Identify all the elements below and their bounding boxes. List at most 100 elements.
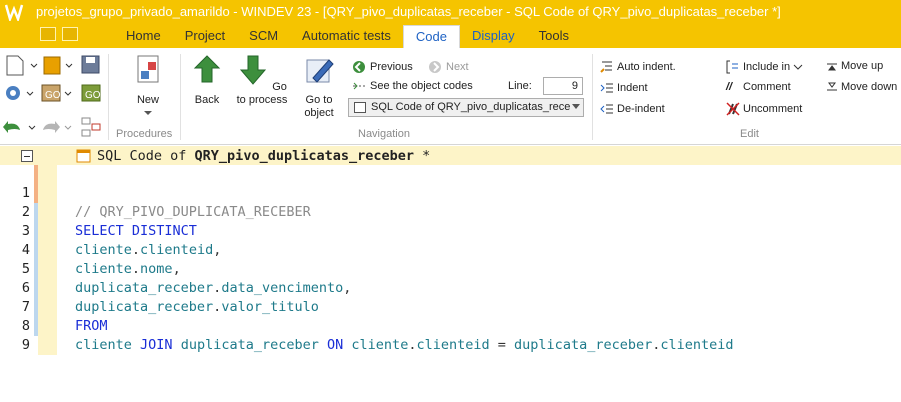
go-to-process-button[interactable]: Go to process xyxy=(236,54,288,107)
code-line[interactable]: 5 duplicata_receber.data_vencimento, xyxy=(0,241,901,296)
chevron-down-icon xyxy=(144,111,152,115)
indent-label: Indent xyxy=(617,82,648,94)
tab-home[interactable]: Home xyxy=(114,25,173,48)
code-section-select[interactable]: SQL Code of QRY_pivo_duplicatas_rece xyxy=(348,98,584,117)
back-label: Back xyxy=(194,94,220,106)
see-object-codes-button[interactable]: See the object codes xyxy=(352,80,473,92)
uncomment-icon xyxy=(726,102,740,116)
ribbon: GO GO New Procedures Back Go to process … xyxy=(0,48,901,145)
title-bar: projetos_grupo_privado_amarildo - WINDEV… xyxy=(0,0,901,48)
auto-indent-button[interactable]: Auto indent. xyxy=(600,60,676,74)
redo-icon[interactable] xyxy=(40,118,76,136)
code-identifier: duplicata_receber xyxy=(514,337,653,353)
move-down-button[interactable]: Move down xyxy=(826,81,897,93)
window-title: projetos_grupo_privado_amarildo - WINDEV… xyxy=(36,4,781,19)
header-prefix: SQL Code of xyxy=(97,148,195,164)
chevron-down-icon xyxy=(793,64,803,70)
move-up-label: Move up xyxy=(841,60,884,72)
code-window-icon xyxy=(354,102,366,113)
edit-group-label: Edit xyxy=(740,128,759,140)
include-in-icon xyxy=(726,60,738,74)
open-folder-icon[interactable] xyxy=(42,54,78,76)
deindent-label: De-indent xyxy=(617,103,665,115)
move-up-button[interactable]: Move up xyxy=(826,60,883,72)
code-identifier: cliente xyxy=(351,337,409,353)
collapse-toggle[interactable] xyxy=(21,150,33,162)
code-keyword: ON xyxy=(327,337,344,353)
include-in-label: Include in xyxy=(743,61,791,73)
procedures-group-label: Procedures xyxy=(116,128,173,140)
grid-icon[interactable] xyxy=(40,27,56,41)
next-icon xyxy=(429,61,441,73)
code-line[interactable]: 7 FROM xyxy=(0,279,901,334)
save-icon[interactable] xyxy=(80,54,102,76)
code-line[interactable]: 6 duplicata_receber.valor_titulo xyxy=(0,260,901,315)
go-icon[interactable]: GO xyxy=(40,82,76,104)
comment-button[interactable]: // Comment xyxy=(726,81,791,93)
uncomment-label: Uncomment xyxy=(743,103,803,115)
code-identifier: cliente xyxy=(75,337,132,353)
line-number: 9 xyxy=(21,337,30,353)
deindent-icon xyxy=(600,104,613,114)
previous-button[interactable]: Previous xyxy=(352,60,413,74)
code-keyword: JOIN xyxy=(140,337,173,353)
code-line[interactable]: 3 cliente.clienteid, xyxy=(0,203,901,258)
tab-scm[interactable]: SCM xyxy=(237,25,290,48)
tab-display[interactable]: Display xyxy=(460,25,527,48)
sql-code-icon xyxy=(76,149,91,163)
code-line[interactable]: 8 cliente JOIN duplicata_receber ON clie… xyxy=(0,298,901,353)
indent-button[interactable]: Indent xyxy=(600,81,648,95)
header-modified-marker: * xyxy=(414,148,431,164)
new-procedure-icon xyxy=(137,55,159,83)
code-line[interactable]: 9 xyxy=(0,317,901,353)
previous-label: Previous xyxy=(370,61,413,73)
undo-icon[interactable] xyxy=(2,118,42,136)
svg-text:GO: GO xyxy=(45,90,61,101)
svg-text:GO: GO xyxy=(85,90,101,101)
ribbon-separator xyxy=(180,54,181,140)
go-to-object-label: Go to object xyxy=(304,94,334,119)
new-procedure-button[interactable]: New xyxy=(120,54,176,115)
layout-icon[interactable] xyxy=(62,27,78,41)
uncomment-button[interactable]: Uncomment xyxy=(726,102,802,116)
windev-logo-icon xyxy=(5,4,24,21)
code-identifier: clienteid xyxy=(416,337,490,353)
structure-icon[interactable] xyxy=(80,116,102,138)
down-arrow-icon xyxy=(240,55,267,85)
auto-indent-icon xyxy=(600,61,612,73)
code-line[interactable]: 1 // QRY_PIVO_DUPLICATA_RECEBER xyxy=(0,165,901,220)
deindent-button[interactable]: De-indent xyxy=(600,102,665,116)
previous-icon xyxy=(353,61,365,73)
gear-icon[interactable] xyxy=(2,82,38,104)
tab-project[interactable]: Project xyxy=(173,25,237,48)
code-dots-icon xyxy=(353,82,365,90)
go-to-object-button[interactable]: Go to object xyxy=(296,54,342,120)
comment-icon: // xyxy=(726,81,733,93)
ribbon-separator xyxy=(108,54,109,140)
move-down-icon xyxy=(827,82,837,91)
back-button[interactable]: Back xyxy=(186,54,228,107)
code-line[interactable]: 4 cliente.nome, xyxy=(0,222,901,277)
tab-automatic-tests[interactable]: Automatic tests xyxy=(290,25,403,48)
ribbon-separator xyxy=(592,54,593,140)
include-in-button[interactable]: Include in xyxy=(726,60,803,74)
chevron-down-icon xyxy=(572,104,580,109)
back-arrow-icon xyxy=(193,55,221,83)
auto-indent-label: Auto indent. xyxy=(617,61,676,73)
quick-access-toolbar xyxy=(40,27,78,41)
next-button[interactable]: Next xyxy=(428,60,469,74)
code-line[interactable]: 2 SELECT DISTINCT xyxy=(0,184,901,239)
tab-tools[interactable]: Tools xyxy=(527,25,581,48)
next-label: Next xyxy=(446,61,469,73)
code-section-title: SQL Code of QRY_pivo_duplicatas_receber … xyxy=(97,148,430,164)
code-section-value: SQL Code of QRY_pivo_duplicatas_rece xyxy=(371,101,571,113)
line-number-input[interactable]: 9 xyxy=(543,77,583,95)
new-file-icon[interactable] xyxy=(4,54,40,76)
pencil-icon xyxy=(306,59,334,83)
code-text: cliente JOIN duplicata_receber ON client… xyxy=(75,337,734,353)
ribbon-tabs: Home Project SCM Automatic tests Code Di… xyxy=(114,25,581,48)
go-test-icon[interactable]: GO xyxy=(80,82,102,104)
line-label: Line: xyxy=(508,80,532,92)
header-query-name: QRY_pivo_duplicatas_receber xyxy=(194,148,414,164)
tab-code[interactable]: Code xyxy=(402,25,460,48)
